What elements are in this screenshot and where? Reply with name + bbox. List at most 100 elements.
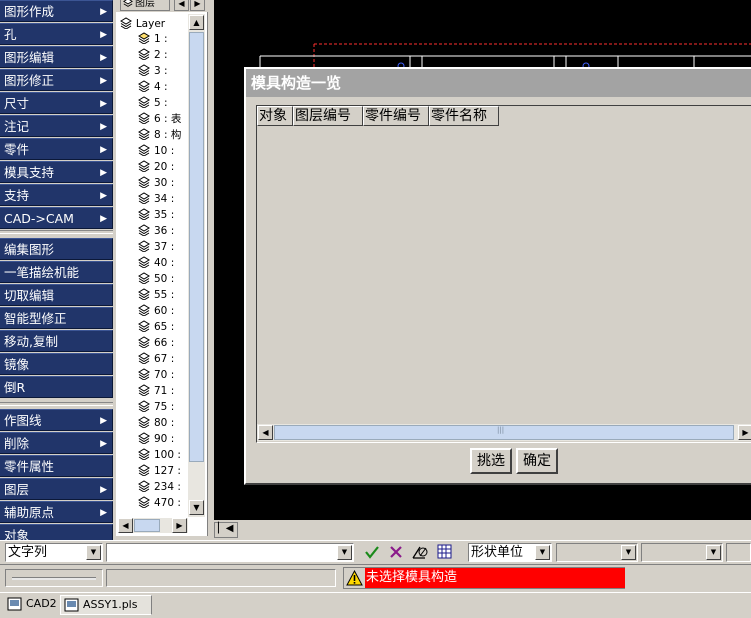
menu-item[interactable]: 镜像	[0, 353, 113, 375]
menu-item[interactable]: 智能型修正	[0, 307, 113, 329]
menu-item-label: 辅助原点	[4, 505, 55, 520]
layer-item-label: 4 :	[154, 81, 168, 93]
layer-item[interactable]: 3 :	[138, 63, 168, 79]
layer-item[interactable]: 234 :	[138, 479, 181, 495]
menu-item[interactable]: 零件属性	[0, 455, 113, 477]
dialog-title: 模具构造一览	[246, 69, 751, 97]
text-mode-select[interactable]: 文字列 ▼	[5, 543, 103, 562]
layer-item[interactable]: 55 :	[138, 287, 174, 303]
layer-item[interactable]: 20 :	[138, 159, 174, 175]
layer-item[interactable]: 50 :	[138, 271, 174, 287]
list-hscroll-thumb[interactable]: |||	[274, 425, 734, 440]
doc-tab-cad2[interactable]: CAD2	[4, 595, 58, 615]
menu-item[interactable]: 一笔描绘机能	[0, 261, 113, 283]
chevron-down-icon[interactable]: ▼	[86, 545, 101, 560]
chevron-down-icon[interactable]: ▼	[535, 545, 550, 560]
layer-root[interactable]: Layer	[120, 16, 165, 30]
submenu-arrow-icon: ▶	[100, 416, 107, 426]
column-header[interactable]: 对象	[257, 106, 293, 126]
menu-item[interactable]: 编集图形	[0, 238, 113, 260]
layer-item[interactable]: 6 : 表	[138, 111, 181, 127]
layer-item[interactable]: 66 :	[138, 335, 174, 351]
scroll-thumb[interactable]	[189, 32, 204, 462]
layer-item[interactable]: 80 :	[138, 415, 174, 431]
mold-structure-list[interactable]: 对象 图层编号 零件编号 零件名称 ◀ ||| ▶	[256, 105, 751, 443]
layer-item[interactable]: 37 :	[138, 239, 174, 255]
layer-item[interactable]: 36 :	[138, 223, 174, 239]
menu-item-label: 孔	[4, 27, 17, 42]
menu-item[interactable]: 图形修正 ▶	[0, 69, 113, 91]
menu-item[interactable]: 移动,复制	[0, 330, 113, 352]
column-header[interactable]: 零件编号	[363, 106, 429, 126]
menu-item[interactable]: 图形编辑 ▶	[0, 46, 113, 68]
column-header[interactable]: 图层编号	[293, 106, 363, 126]
scroll-down-icon[interactable]: ▼	[189, 500, 204, 515]
list-body[interactable]	[257, 126, 751, 422]
scroll-right-icon[interactable]: ▶	[172, 518, 187, 533]
menu-item[interactable]: 图层 ▶	[0, 478, 113, 500]
layer-item[interactable]: 35 :	[138, 207, 174, 223]
canvas-scroll-left-icon[interactable]: ▏◀	[218, 523, 233, 534]
menu-item[interactable]: 零件 ▶	[0, 138, 113, 160]
list-scroll-right-icon[interactable]: ▶	[738, 425, 751, 440]
tab-next-icon[interactable]: ▶	[190, 0, 205, 11]
layer-item[interactable]: 75 :	[138, 399, 174, 415]
menu-item[interactable]: 支持 ▶	[0, 184, 113, 206]
tab-prev-icon[interactable]: ◀	[174, 0, 189, 11]
menu-item[interactable]: 辅助原点 ▶	[0, 501, 113, 523]
layer-item[interactable]: 2 :	[138, 47, 168, 63]
list-scroll-left-icon[interactable]: ◀	[258, 425, 273, 440]
select-button[interactable]: 挑选	[470, 448, 512, 474]
layer-item[interactable]: 90 :	[138, 431, 174, 447]
menu-item[interactable]: 孔 ▶	[0, 23, 113, 45]
cross-icon[interactable]	[388, 544, 404, 560]
submenu-arrow-icon: ▶	[100, 99, 107, 109]
angle-icon[interactable]	[411, 544, 429, 560]
menu-item[interactable]: CAD->CAM ▶	[0, 207, 113, 229]
layer-item[interactable]: 10 :	[138, 143, 174, 159]
tab-layer[interactable]: 图层	[120, 0, 170, 11]
layer-item[interactable]: 34 :	[138, 191, 174, 207]
canvas-scroll-widget[interactable]: ▏◀	[214, 522, 238, 538]
menu-item[interactable]: 尺寸 ▶	[0, 92, 113, 114]
layer-item[interactable]: 5 :	[138, 95, 168, 111]
layer-item[interactable]: 1 :	[138, 31, 168, 47]
doc-tab-assy1[interactable]: ASSY1.pls	[60, 595, 152, 615]
layer-item[interactable]: 67 :	[138, 351, 174, 367]
layer-item[interactable]: 470 :	[138, 495, 181, 511]
layer-item[interactable]: 127 :	[138, 463, 181, 479]
chevron-down-icon[interactable]: ▼	[337, 545, 352, 560]
layer-item[interactable]: 30 :	[138, 175, 174, 191]
layer-item[interactable]: 60 :	[138, 303, 174, 319]
layer-item[interactable]: 70 :	[138, 367, 174, 383]
menu-item[interactable]: 模具支持 ▶	[0, 161, 113, 183]
list-horizontal-scrollbar[interactable]: ◀ ||| ▶	[257, 424, 751, 441]
menu-item[interactable]: 削除 ▶	[0, 432, 113, 454]
menu-item[interactable]: 切取编辑	[0, 284, 113, 306]
layer-vertical-scrollbar[interactable]: ▲ ▼	[188, 14, 205, 517]
layer-item-label: 36 :	[154, 225, 175, 237]
column-header[interactable]: 零件名称	[429, 106, 499, 126]
command-input[interactable]: ▼	[106, 543, 354, 562]
menu-item[interactable]: 倒R	[0, 376, 113, 398]
unit-mode-select[interactable]: 形状单位 ▼	[468, 543, 552, 562]
hscroll-thumb[interactable]	[134, 519, 160, 532]
layer-item[interactable]: 4 :	[138, 79, 168, 95]
menu-item[interactable]: 作图线 ▶	[0, 409, 113, 431]
menu-item[interactable]: 注记 ▶	[0, 115, 113, 137]
layer-item[interactable]: 71 :	[138, 383, 174, 399]
check-icon[interactable]	[364, 544, 380, 560]
ok-button[interactable]: 确定	[516, 448, 558, 474]
layer-item-label: 127 :	[154, 465, 181, 477]
scroll-up-icon[interactable]: ▲	[189, 15, 204, 30]
layer-item[interactable]: 8 : 构	[138, 127, 181, 143]
scroll-left-icon[interactable]: ◀	[118, 518, 133, 533]
layer-item[interactable]: 65 :	[138, 319, 174, 335]
layer-item[interactable]: 40 :	[138, 255, 174, 271]
layer-item[interactable]: 100 :	[138, 447, 181, 463]
layer-item-label: 234 :	[154, 481, 181, 493]
grid-icon[interactable]	[437, 544, 452, 559]
menu-item[interactable]: 图形作成 ▶	[0, 0, 113, 22]
layer-stack-icon	[120, 17, 132, 30]
layer-horizontal-scrollbar[interactable]: ◀ ▶	[118, 518, 188, 533]
